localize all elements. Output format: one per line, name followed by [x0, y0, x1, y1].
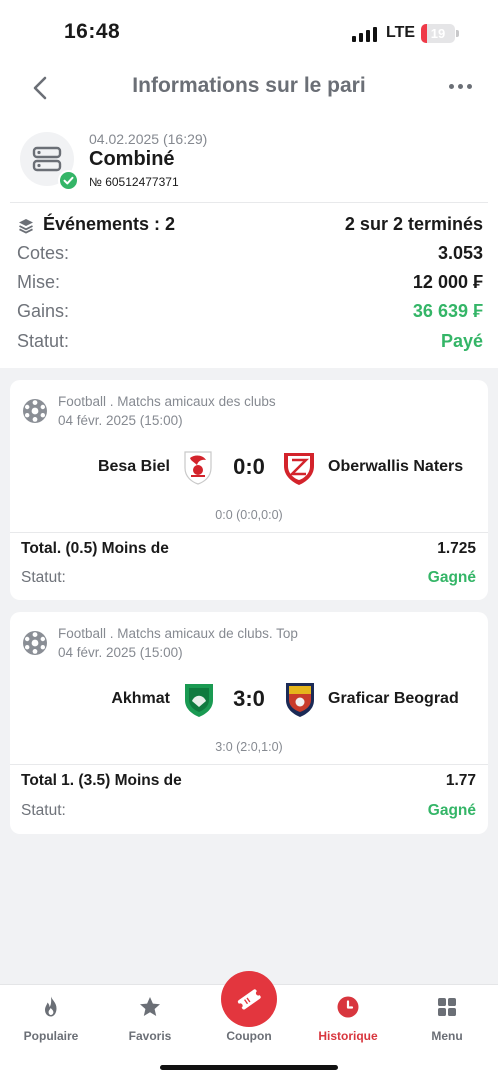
match-score: 3:0: [233, 686, 265, 711]
tab-populaire[interactable]: Populaire: [6, 991, 96, 1051]
detailed-score: 0:0 (0:0,0:0): [215, 508, 283, 522]
event-status-value: Gagné: [427, 569, 476, 586]
home-indicator[interactable]: [160, 1065, 338, 1070]
stake-label: Mise:: [17, 272, 61, 292]
stake-value: 12 000 ₣: [412, 272, 483, 292]
tab-label: Menu: [431, 1029, 463, 1043]
winnings-label: Gains:: [17, 301, 70, 321]
events-label: Événements : 2: [43, 214, 176, 234]
winnings-value: 36 639 ₣: [412, 301, 483, 321]
detailed-score: 3:0 (2:0,1:0): [215, 740, 283, 754]
grid-icon: [438, 998, 456, 1016]
event-status-label: Statut:: [21, 802, 66, 819]
tab-label: Historique: [318, 1029, 378, 1043]
divider: [10, 764, 488, 765]
bet-pick: Total. (0.5) Moins de: [21, 540, 169, 557]
signal-icon: [352, 26, 378, 42]
check-icon: [58, 170, 79, 191]
status-value: Payé: [440, 331, 483, 351]
bet-type: Combiné: [89, 148, 175, 170]
match-score: 0:0: [233, 454, 265, 479]
status-time: 16:48: [64, 20, 121, 43]
layers-icon: [19, 219, 33, 234]
tab-label: Coupon: [226, 1029, 272, 1043]
event-card[interactable]: Football . Matchs amicaux des clubs 04 f…: [10, 380, 488, 600]
odds-label: Cotes:: [17, 243, 70, 263]
event-card[interactable]: Football . Matchs amicaux de clubs. Top …: [10, 612, 488, 834]
bet-number: № 60512477371: [89, 175, 179, 189]
event-status-value: Gagné: [427, 802, 476, 819]
home-team: Besa Biel: [97, 458, 170, 475]
bet-pick: Total 1. (3.5) Moins de: [21, 772, 182, 789]
star-icon: [140, 997, 160, 1016]
fire-icon: [45, 996, 57, 1017]
football-icon: [23, 631, 47, 655]
stake-row: Mise: 12 000 ₣: [17, 272, 483, 298]
away-team: Oberwallis Naters: [328, 458, 464, 475]
battery-tip: [456, 30, 459, 37]
league-name: Football . Matchs amicaux de clubs. Top: [58, 626, 298, 641]
odds-value: 3.053: [437, 243, 483, 263]
graficar-beograd-logo-icon: [286, 683, 314, 717]
tab-historique[interactable]: Historique: [303, 991, 393, 1051]
tab-menu[interactable]: Menu: [402, 991, 492, 1051]
bet-summary-section: 16:48 LTE 19 Informations sur le pari 04…: [0, 0, 498, 368]
page-title: Informations sur le pari: [132, 74, 366, 97]
bet-header: 04.02.2025 (16:29) Combiné № 60512477371: [0, 130, 498, 200]
more-options-button[interactable]: [449, 84, 473, 92]
match-date: 04 févr. 2025 (15:00): [58, 413, 183, 428]
status-label: Statut:: [17, 331, 70, 351]
odds-row: Cotes: 3.053: [17, 243, 483, 269]
events-row: Événements : 2 2 sur 2 terminés: [17, 214, 483, 240]
status-row: Statut: Payé: [17, 331, 483, 357]
football-icon: [23, 399, 47, 423]
battery-icon: 19: [421, 24, 455, 43]
ticket-icon: [237, 989, 261, 1010]
match-date: 04 févr. 2025 (15:00): [58, 645, 183, 660]
divider: [10, 202, 488, 203]
league-name: Football . Matchs amicaux des clubs: [58, 394, 276, 409]
away-team: Graficar Beograd: [328, 690, 459, 707]
network-type: LTE: [386, 24, 416, 41]
events-status: 2 sur 2 terminés: [344, 214, 483, 234]
oberwallis-naters-logo-icon: [284, 453, 314, 485]
pick-odd: 1.725: [437, 540, 476, 557]
pick-odd: 1.77: [445, 772, 476, 789]
coupon-button[interactable]: [221, 971, 277, 1027]
winnings-row: Gains: 36 639 ₣: [17, 301, 483, 327]
akhmat-logo-icon: [185, 684, 213, 717]
divider: [10, 532, 488, 533]
besa-biel-logo-icon: [184, 451, 212, 485]
battery-percent: 19: [430, 26, 446, 41]
clock-icon: [337, 996, 359, 1018]
tab-favoris[interactable]: Favoris: [105, 991, 195, 1051]
tab-label: Favoris: [128, 1029, 172, 1043]
status-bar: 16:48 LTE 19: [0, 0, 498, 66]
tab-label: Populaire: [23, 1029, 79, 1043]
nav-bar: Informations sur le pari: [0, 66, 498, 110]
bet-date: 04.02.2025 (16:29): [89, 131, 208, 147]
tab-coupon[interactable]: Coupon: [204, 971, 294, 1051]
home-team: Akhmat: [111, 690, 170, 707]
event-status-label: Statut:: [21, 569, 66, 586]
